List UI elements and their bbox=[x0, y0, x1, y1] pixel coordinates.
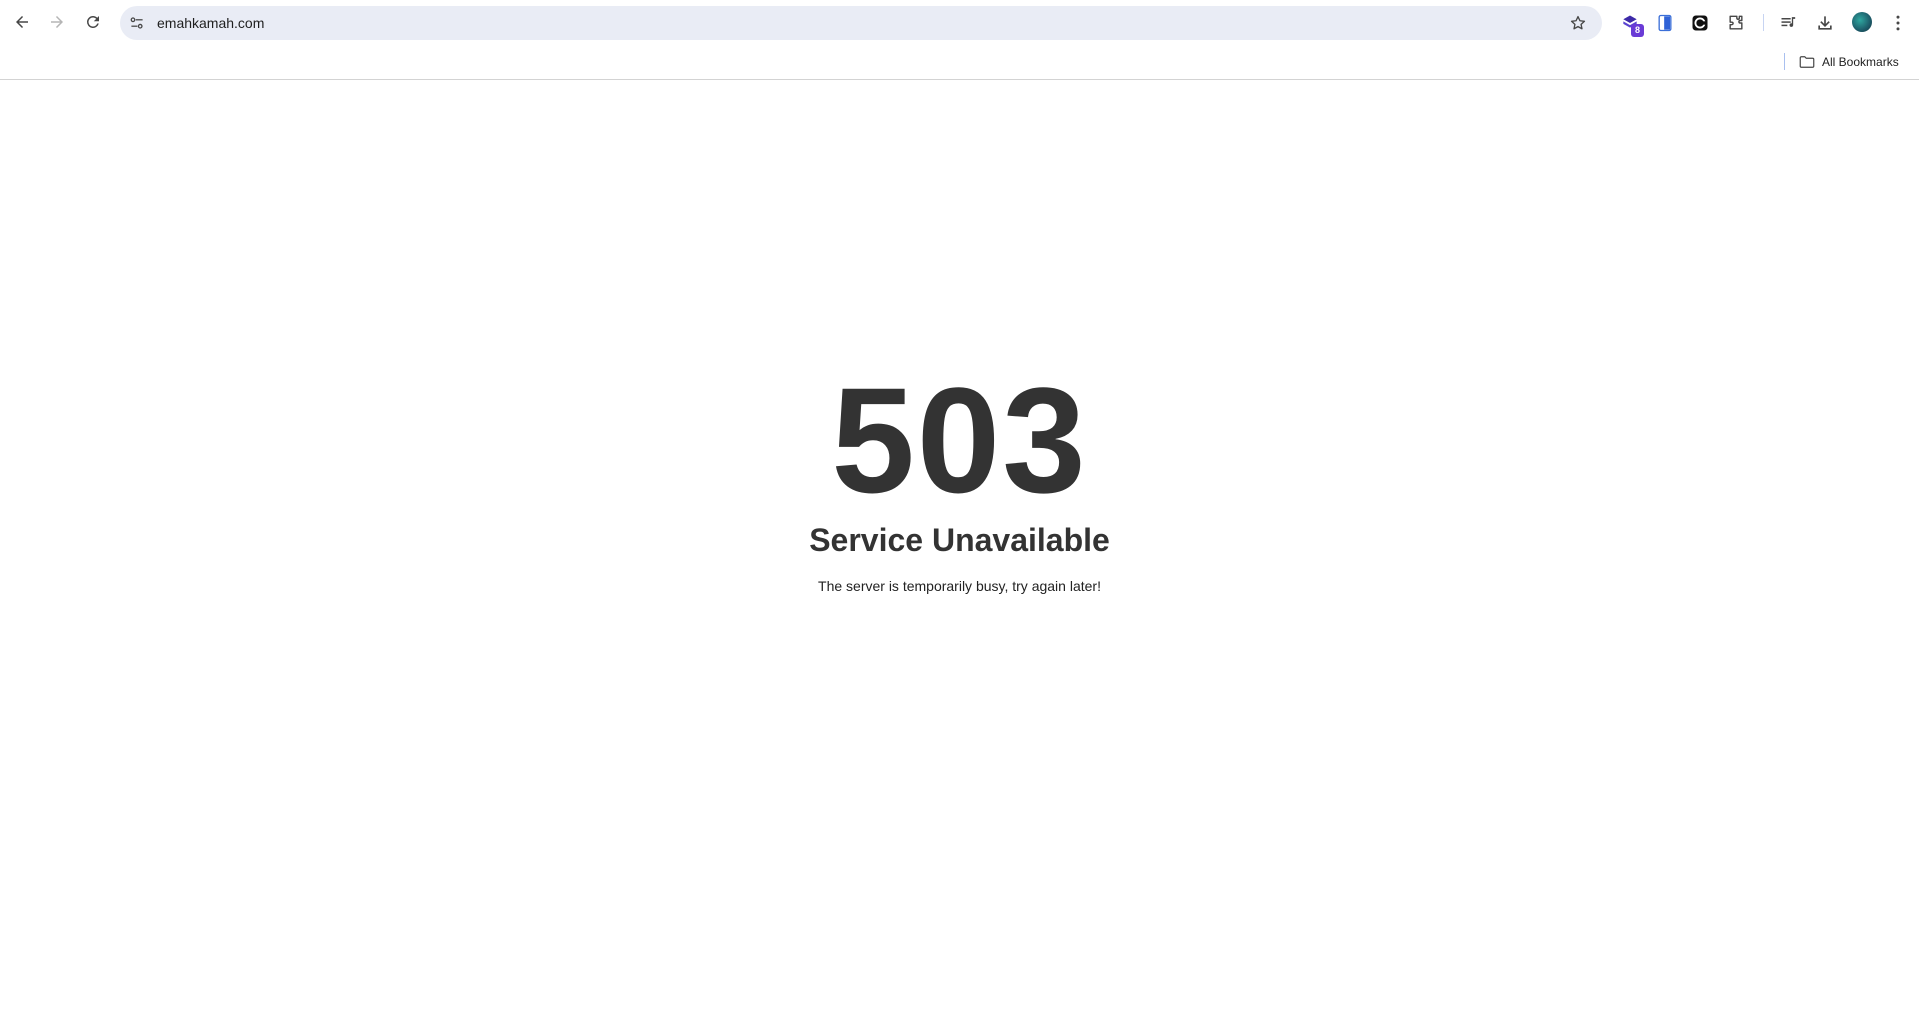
browser-toolbar: emahkamah.com 8 bbox=[0, 0, 1919, 45]
puzzle-icon bbox=[1729, 15, 1743, 30]
folder-icon bbox=[1799, 56, 1815, 68]
extension-badge-button[interactable]: 8 bbox=[1617, 10, 1644, 37]
url-text[interactable]: emahkamah.com bbox=[157, 14, 264, 32]
arrow-right-icon bbox=[51, 16, 63, 28]
error-title: Service Unavailable bbox=[809, 522, 1110, 558]
address-bar[interactable]: emahkamah.com bbox=[120, 6, 1602, 40]
bookmarks-bar: All Bookmarks bbox=[0, 45, 1919, 80]
error-code: 503 bbox=[831, 356, 1088, 524]
tune-icon[interactable] bbox=[128, 14, 146, 32]
all-bookmarks-button[interactable]: All Bookmarks bbox=[1798, 52, 1899, 72]
star-outline-icon[interactable] bbox=[1568, 13, 1588, 33]
avatar-icon[interactable] bbox=[1852, 12, 1872, 32]
blue-card-extension-button[interactable] bbox=[1652, 10, 1678, 36]
toolbar-divider bbox=[1763, 14, 1764, 31]
page-content: 503 Service Unavailable The server is te… bbox=[0, 80, 1919, 1015]
bookmarks-divider bbox=[1784, 53, 1785, 70]
back-button[interactable] bbox=[9, 9, 35, 35]
forward-button[interactable] bbox=[44, 9, 70, 35]
downloads-button[interactable] bbox=[1812, 10, 1838, 36]
kebab-menu-icon bbox=[1896, 15, 1900, 31]
extension-badge-count: 8 bbox=[1631, 24, 1644, 37]
playlist-icon bbox=[1781, 17, 1796, 27]
c-logo-icon bbox=[1692, 15, 1708, 31]
reading-list-button[interactable] bbox=[1776, 10, 1802, 36]
extensions-button[interactable] bbox=[1723, 10, 1749, 36]
browser-menu-button[interactable] bbox=[1885, 10, 1911, 36]
error-message: The server is temporarily busy, try agai… bbox=[818, 578, 1101, 594]
reload-button[interactable] bbox=[80, 9, 106, 35]
all-bookmarks-label: All Bookmarks bbox=[1822, 55, 1899, 69]
blue-card-icon bbox=[1658, 14, 1672, 32]
c-logo-extension-button[interactable] bbox=[1687, 10, 1713, 36]
arrow-left-icon bbox=[16, 16, 28, 28]
browser-window: emahkamah.com 8 All Bookmarks 503 Servic… bbox=[0, 0, 1919, 1015]
download-icon bbox=[1818, 16, 1832, 30]
reload-icon bbox=[86, 15, 99, 28]
